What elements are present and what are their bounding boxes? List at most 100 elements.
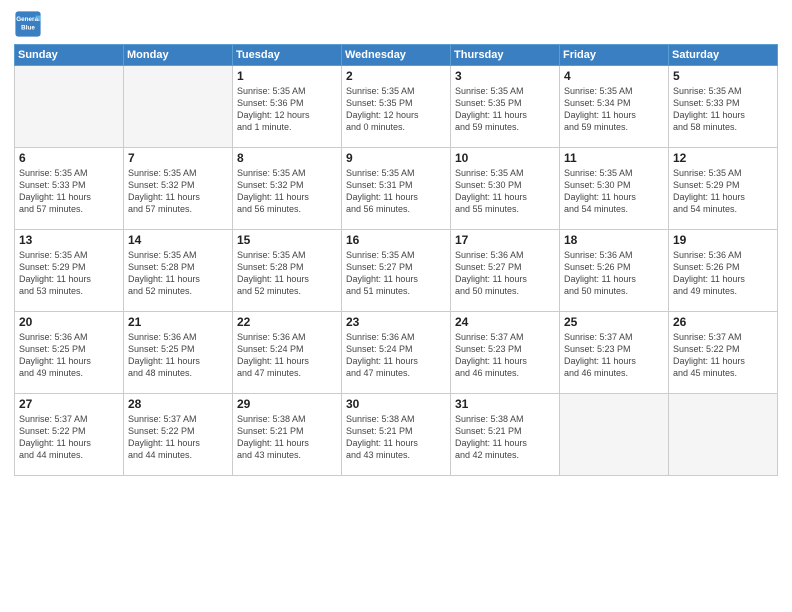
logo: General Blue (14, 10, 46, 38)
weekday-header-wednesday: Wednesday (342, 45, 451, 66)
day-number: 10 (455, 151, 555, 165)
calendar-cell: 27 Sunrise: 5:37 AMSunset: 5:22 PMDayligh… (15, 394, 124, 476)
calendar-cell: 6Sunrise: 5:35 AMSunset: 5:33 PMDaylight… (15, 148, 124, 230)
day-number: 27 (19, 397, 119, 411)
calendar-cell: 4 Sunrise: 5:35 AMSunset: 5:34 PMDaylight… (560, 66, 669, 148)
day-info: Sunrise: 5:37 AMSunset: 5:23 PMDaylight:… (564, 331, 664, 380)
day-number: 26 (673, 315, 773, 329)
calendar-cell: 21 Sunrise: 5:36 AMSunset: 5:25 PMDayligh… (124, 312, 233, 394)
calendar-cell (669, 394, 778, 476)
week-row-3: 13Sunrise: 5:35 AMSunset: 5:29 PMDayligh… (15, 230, 778, 312)
calendar-cell: 31 Sunrise: 5:38 AMSunset: 5:21 PMDayligh… (451, 394, 560, 476)
day-info: Sunrise: 5:35 AMSunset: 5:32 PMDaylight:… (128, 167, 228, 216)
calendar-cell: 28 Sunrise: 5:37 AMSunset: 5:22 PMDayligh… (124, 394, 233, 476)
day-number: 9 (346, 151, 446, 165)
day-info: Sunrise: 5:35 AMSunset: 5:30 PMDaylight:… (564, 167, 664, 216)
day-info: Sunrise: 5:35 AMSunset: 5:30 PMDaylight:… (455, 167, 555, 216)
calendar-cell: 23Sunrise: 5:36 AMSunset: 5:24 PMDayligh… (342, 312, 451, 394)
calendar-cell (124, 66, 233, 148)
day-number: 30 (346, 397, 446, 411)
calendar-cell: 2Sunrise: 5:35 AMSunset: 5:35 PMDaylight… (342, 66, 451, 148)
day-number: 31 (455, 397, 555, 411)
day-info: Sunrise: 5:38 AMSunset: 5:21 PMDaylight:… (455, 413, 555, 462)
calendar-cell: 19 Sunrise: 5:36 AMSunset: 5:26 PMDayligh… (669, 230, 778, 312)
day-number: 19 (673, 233, 773, 247)
day-info: Sunrise: 5:35 AMSunset: 5:29 PMDaylight:… (673, 167, 773, 216)
calendar-cell: 9 Sunrise: 5:35 AMSunset: 5:31 PMDaylight… (342, 148, 451, 230)
calendar-cell: 20Sunrise: 5:36 AMSunset: 5:25 PMDayligh… (15, 312, 124, 394)
day-info: Sunrise: 5:36 AMSunset: 5:26 PMDaylight:… (564, 249, 664, 298)
day-info: Sunrise: 5:35 AMSunset: 5:27 PMDaylight:… (346, 249, 446, 298)
day-info: Sunrise: 5:37 AMSunset: 5:23 PMDaylight:… (455, 331, 555, 380)
day-info: Sunrise: 5:38 AMSunset: 5:21 PMDaylight:… (346, 413, 446, 462)
day-info: Sunrise: 5:35 AMSunset: 5:29 PMDaylight:… (19, 249, 119, 298)
weekday-header-sunday: Sunday (15, 45, 124, 66)
week-row-1: 1 Sunrise: 5:35 AMSunset: 5:36 PMDaylight… (15, 66, 778, 148)
calendar-cell: 29 Sunrise: 5:38 AMSunset: 5:21 PMDayligh… (233, 394, 342, 476)
day-info: Sunrise: 5:37 AMSunset: 5:22 PMDaylight:… (19, 413, 119, 462)
day-number: 18 (564, 233, 664, 247)
day-info: Sunrise: 5:36 AMSunset: 5:26 PMDaylight:… (673, 249, 773, 298)
day-info: Sunrise: 5:35 AMSunset: 5:33 PMDaylight:… (19, 167, 119, 216)
weekday-header-friday: Friday (560, 45, 669, 66)
day-number: 1 (237, 69, 337, 83)
weekday-header-saturday: Saturday (669, 45, 778, 66)
svg-text:General: General (16, 16, 40, 23)
calendar-cell: 24 Sunrise: 5:37 AMSunset: 5:23 PMDayligh… (451, 312, 560, 394)
week-row-2: 6Sunrise: 5:35 AMSunset: 5:33 PMDaylight… (15, 148, 778, 230)
day-number: 21 (128, 315, 228, 329)
day-number: 8 (237, 151, 337, 165)
day-info: Sunrise: 5:36 AMSunset: 5:27 PMDaylight:… (455, 249, 555, 298)
day-info: Sunrise: 5:36 AMSunset: 5:25 PMDaylight:… (128, 331, 228, 380)
day-info: Sunrise: 5:37 AMSunset: 5:22 PMDaylight:… (128, 413, 228, 462)
day-info: Sunrise: 5:35 AMSunset: 5:31 PMDaylight:… (346, 167, 446, 216)
header: General Blue (14, 10, 778, 38)
day-number: 11 (564, 151, 664, 165)
day-number: 4 (564, 69, 664, 83)
svg-text:Blue: Blue (21, 25, 35, 32)
calendar-cell: 15 Sunrise: 5:35 AMSunset: 5:28 PMDayligh… (233, 230, 342, 312)
calendar-cell: 17 Sunrise: 5:36 AMSunset: 5:27 PMDayligh… (451, 230, 560, 312)
day-number: 5 (673, 69, 773, 83)
day-number: 25 (564, 315, 664, 329)
day-info: Sunrise: 5:35 AMSunset: 5:28 PMDaylight:… (128, 249, 228, 298)
day-number: 12 (673, 151, 773, 165)
weekday-header-row: SundayMondayTuesdayWednesdayThursdayFrid… (15, 45, 778, 66)
day-info: Sunrise: 5:35 AMSunset: 5:32 PMDaylight:… (237, 167, 337, 216)
calendar-cell: 22 Sunrise: 5:36 AMSunset: 5:24 PMDayligh… (233, 312, 342, 394)
day-number: 28 (128, 397, 228, 411)
day-number: 20 (19, 315, 119, 329)
calendar-table: SundayMondayTuesdayWednesdayThursdayFrid… (14, 44, 778, 476)
day-info: Sunrise: 5:35 AMSunset: 5:35 PMDaylight:… (455, 85, 555, 134)
day-number: 24 (455, 315, 555, 329)
calendar-cell: 14 Sunrise: 5:35 AMSunset: 5:28 PMDayligh… (124, 230, 233, 312)
calendar-cell: 8 Sunrise: 5:35 AMSunset: 5:32 PMDaylight… (233, 148, 342, 230)
day-number: 29 (237, 397, 337, 411)
calendar-cell (560, 394, 669, 476)
calendar-cell: 30 Sunrise: 5:38 AMSunset: 5:21 PMDayligh… (342, 394, 451, 476)
calendar-cell: 13Sunrise: 5:35 AMSunset: 5:29 PMDayligh… (15, 230, 124, 312)
day-number: 17 (455, 233, 555, 247)
day-info: Sunrise: 5:35 AMSunset: 5:36 PMDaylight:… (237, 85, 337, 134)
day-number: 2 (346, 69, 446, 83)
calendar-cell: 12 Sunrise: 5:35 AMSunset: 5:29 PMDayligh… (669, 148, 778, 230)
day-number: 7 (128, 151, 228, 165)
day-info: Sunrise: 5:36 AMSunset: 5:24 PMDaylight:… (237, 331, 337, 380)
weekday-header-tuesday: Tuesday (233, 45, 342, 66)
day-number: 15 (237, 233, 337, 247)
day-info: Sunrise: 5:35 AMSunset: 5:28 PMDaylight:… (237, 249, 337, 298)
calendar-cell: 25 Sunrise: 5:37 AMSunset: 5:23 PMDayligh… (560, 312, 669, 394)
day-info: Sunrise: 5:38 AMSunset: 5:21 PMDaylight:… (237, 413, 337, 462)
calendar-cell: 11 Sunrise: 5:35 AMSunset: 5:30 PMDayligh… (560, 148, 669, 230)
week-row-5: 27 Sunrise: 5:37 AMSunset: 5:22 PMDayligh… (15, 394, 778, 476)
day-number: 16 (346, 233, 446, 247)
day-number: 3 (455, 69, 555, 83)
weekday-header-monday: Monday (124, 45, 233, 66)
weekday-header-thursday: Thursday (451, 45, 560, 66)
calendar-cell: 7 Sunrise: 5:35 AMSunset: 5:32 PMDaylight… (124, 148, 233, 230)
day-info: Sunrise: 5:35 AMSunset: 5:33 PMDaylight:… (673, 85, 773, 134)
calendar-cell: 1 Sunrise: 5:35 AMSunset: 5:36 PMDaylight… (233, 66, 342, 148)
day-number: 22 (237, 315, 337, 329)
day-info: Sunrise: 5:35 AMSunset: 5:34 PMDaylight:… (564, 85, 664, 134)
day-number: 14 (128, 233, 228, 247)
